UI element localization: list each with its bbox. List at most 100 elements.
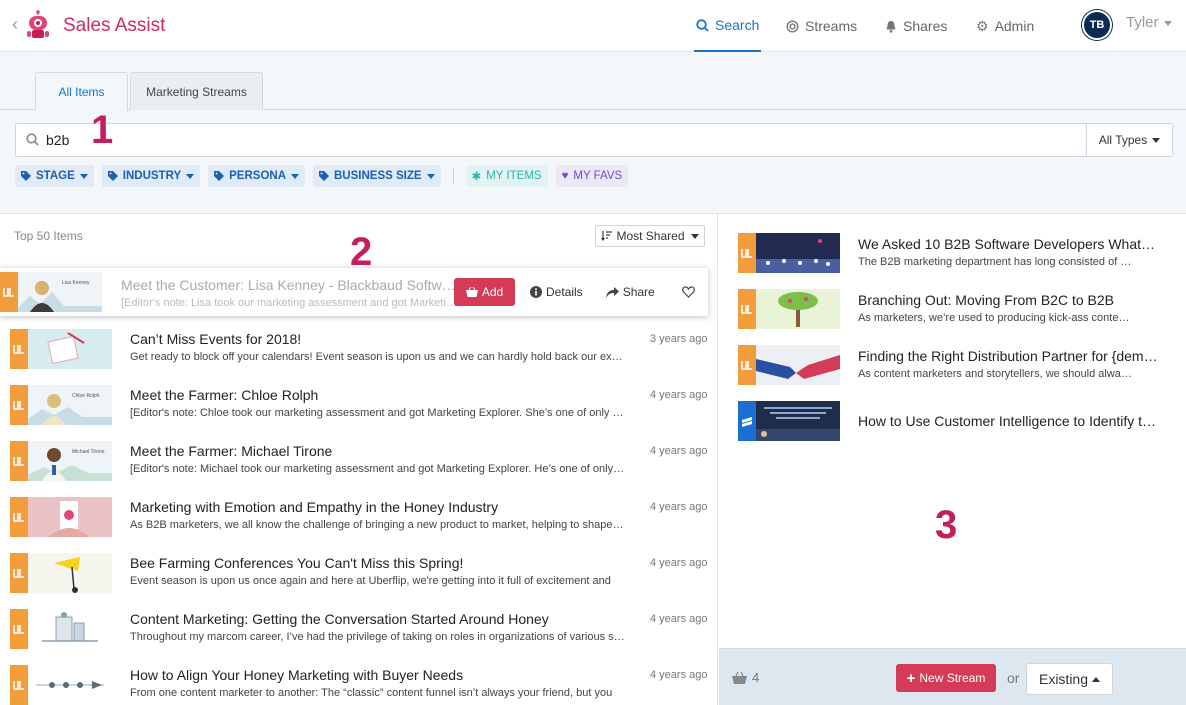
item-actions: Add Details Share xyxy=(454,278,695,306)
annotation-two: 2 xyxy=(350,230,373,274)
item-age: 3 years ago xyxy=(650,333,708,345)
filter-my-favs-label: MY FAVS xyxy=(573,170,623,182)
app-title: Sales Assist xyxy=(63,15,166,36)
stream-footer: 4 + New Stream or Existing xyxy=(719,648,1186,705)
basket-icon xyxy=(732,671,747,684)
stream-item[interactable]: How to Use Customer Intelligence to Iden… xyxy=(738,401,1178,441)
user-menu[interactable]: Tyler xyxy=(1126,14,1172,31)
item-description: From one content marketer to another: Th… xyxy=(130,687,613,699)
item-age: 4 years ago xyxy=(650,389,708,401)
item-title: Meet the Farmer: Michael Tirone xyxy=(130,443,333,459)
nav-shares[interactable]: Shares xyxy=(885,0,947,52)
list-item[interactable]: Marketing with Emotion and Empathy in th… xyxy=(0,494,717,550)
filter-industry[interactable]: INDUSTRY xyxy=(101,165,201,187)
search-input[interactable] xyxy=(46,124,1086,156)
item-title: Content Marketing: Getting the Conversat… xyxy=(130,611,549,627)
item-title: Can’t Miss Events for 2018! xyxy=(130,331,302,347)
item-thumbnail xyxy=(756,233,840,273)
chevron-down-icon xyxy=(186,173,195,179)
filter-persona-label: PERSONA xyxy=(229,170,286,182)
avatar[interactable]: TB xyxy=(1082,10,1112,40)
existing-stream-button[interactable]: Existing xyxy=(1026,663,1113,695)
favorite-button[interactable] xyxy=(681,286,695,298)
bell-icon xyxy=(886,20,896,33)
chevron-down-icon xyxy=(426,173,435,179)
nav-shares-label: Shares xyxy=(903,18,948,34)
item-thumbnail xyxy=(28,553,112,593)
add-button[interactable]: Add xyxy=(454,278,515,306)
new-stream-button-label: New Stream xyxy=(919,671,986,685)
filter-my-items[interactable]: ✱ MY ITEMS xyxy=(465,165,548,187)
plus-icon: + xyxy=(906,669,916,687)
stream-item[interactable]: We Asked 10 B2B Software Developers What… xyxy=(738,233,1178,273)
share-button-label: Share xyxy=(622,285,655,299)
details-button[interactable]: Details xyxy=(530,285,583,299)
results-list: Top 50 Items Most Shared Lisa Kenney Mee… xyxy=(0,214,718,705)
list-item[interactable]: How to Align Your Honey Marketing with B… xyxy=(0,662,717,705)
item-title: How to Use Customer Intelligence to Iden… xyxy=(858,413,1158,429)
list-item[interactable]: Michael Tirone Meet the Farmer: Michael … xyxy=(0,438,717,494)
stream-panel: We Asked 10 B2B Software Developers What… xyxy=(719,214,1186,648)
tab-marketing-streams[interactable]: Marketing Streams xyxy=(130,72,263,110)
stream-item[interactable]: Branching Out: Moving From B2C to B2B As… xyxy=(738,289,1178,329)
uberflip-icon xyxy=(13,401,24,410)
list-item[interactable]: Bee Farming Conferences You Can't Miss t… xyxy=(0,550,717,606)
item-description: Event season is upon us once again and h… xyxy=(130,575,611,587)
new-stream-button[interactable]: + New Stream xyxy=(896,664,996,692)
info-icon xyxy=(530,286,542,298)
item-thumbnail: Chloe Rolph xyxy=(28,385,112,425)
filter-my-favs[interactable]: ♥ MY FAVS xyxy=(555,165,629,187)
sort-select[interactable]: Most Shared xyxy=(595,225,705,247)
nav-admin[interactable]: ⚙ Admin xyxy=(976,0,1034,52)
filter-stage[interactable]: STAGE xyxy=(15,165,94,187)
item-title: Meet the Customer: Lisa Kenney - Blackba… xyxy=(121,277,461,293)
list-item[interactable]: Chloe Rolph Meet the Farmer: Chloe Rolph… xyxy=(0,382,717,438)
annotation-three: 3 xyxy=(935,503,958,547)
content-type-badge xyxy=(738,289,756,329)
basket-icon xyxy=(465,287,478,297)
chevron-up-icon xyxy=(1092,676,1101,682)
item-age: 4 years ago xyxy=(650,557,708,569)
chevron-down-icon xyxy=(1163,20,1172,26)
uberflip-icon xyxy=(13,681,24,690)
type-select[interactable]: All Types xyxy=(1086,124,1172,156)
robot-logo-icon[interactable] xyxy=(26,10,50,42)
item-description: [Editor's note: Lisa took our marketing … xyxy=(121,297,461,309)
content-type-badge xyxy=(10,609,28,649)
chevron-down-icon xyxy=(1152,137,1161,143)
item-title: Finding the Right Distribution Partner f… xyxy=(858,348,1158,364)
uberflip-icon xyxy=(741,361,752,370)
gear-icon: ⚙ xyxy=(976,17,989,34)
filter-business-size[interactable]: BUSINESS SIZE xyxy=(313,165,441,187)
list-item-hovered[interactable]: Lisa Kenney Meet the Customer: Lisa Kenn… xyxy=(0,268,708,316)
filter-divider xyxy=(452,168,454,184)
item-thumbnail xyxy=(28,329,112,369)
user-name: Tyler xyxy=(1126,14,1159,31)
thumb-caption: Michael Tirone xyxy=(72,449,105,455)
item-description: As marketers, we’re used to producing ki… xyxy=(858,312,1133,324)
content-type-badge xyxy=(10,497,28,537)
tag-icon xyxy=(107,171,118,181)
type-select-label: All Types xyxy=(1098,133,1148,147)
nav-search[interactable]: Search xyxy=(694,0,762,52)
sort-label: Most Shared xyxy=(616,229,685,243)
uberflip-icon xyxy=(3,288,14,297)
uberflip-icon xyxy=(13,513,24,522)
tag-icon xyxy=(21,171,31,181)
filter-persona[interactable]: PERSONA xyxy=(208,165,305,187)
filter-business-size-label: BUSINESS SIZE xyxy=(334,170,422,182)
nav-search-label: Search xyxy=(715,17,760,33)
nav-admin-label: Admin xyxy=(994,18,1035,34)
list-item[interactable]: Content Marketing: Getting the Conversat… xyxy=(0,606,717,662)
stream-item[interactable]: Finding the Right Distribution Partner f… xyxy=(738,345,1178,385)
chevron-left-icon[interactable]: ‹ xyxy=(12,14,18,35)
item-thumbnail xyxy=(28,497,112,537)
uberflip-icon xyxy=(13,345,24,354)
share-button[interactable]: Share xyxy=(605,285,655,299)
tab-all-items[interactable]: All Items xyxy=(35,72,128,111)
list-item[interactable]: Can’t Miss Events for 2018! Get ready to… xyxy=(0,326,717,382)
nav-streams[interactable]: Streams xyxy=(786,0,857,52)
share-icon xyxy=(605,286,619,298)
sort-icon xyxy=(601,231,613,241)
item-age: 4 years ago xyxy=(650,613,708,625)
